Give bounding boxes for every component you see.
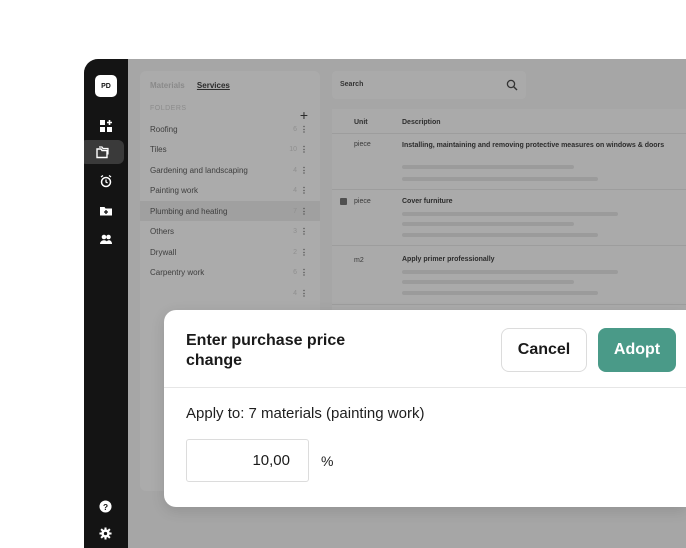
adopt-button[interactable]: Adopt [598,328,676,372]
cell-unit: piece [354,141,371,148]
tab-services[interactable]: Services [197,81,230,90]
placeholder-line [402,222,574,226]
folder-item[interactable]: Plumbing and heating 7 ⋮ [140,201,320,221]
tab-bar: Materials Services [150,81,240,90]
search-input[interactable]: Search [340,81,363,88]
folders-icon[interactable] [84,140,124,164]
more-icon[interactable]: ⋮ [300,166,308,175]
avatar[interactable]: PD [95,75,117,97]
folder-item[interactable]: Painting work 4 ⋮ [140,180,320,200]
folder-name: Painting work [150,186,199,195]
settings-icon[interactable] [99,527,112,540]
folder-count: 7 [293,208,297,215]
alarm-icon[interactable] [84,169,128,193]
cancel-button[interactable]: Cancel [501,328,587,372]
folder-name: Drywall [150,248,177,257]
folder-name: Plumbing and heating [150,207,228,216]
more-icon[interactable]: ⋮ [300,145,308,154]
price-change-dialog: Enter purchase price change Cancel Adopt… [164,310,686,507]
divider [164,387,686,388]
cell-description: Installing, maintaining and removing pro… [402,142,665,149]
placeholder-line [402,212,618,216]
row-checkbox[interactable] [340,198,347,205]
dialog-title: Enter purchase price change [186,332,346,369]
folder-add-icon[interactable] [84,199,128,223]
divider [332,133,686,134]
placeholder-line [402,270,618,274]
help-icon[interactable]: ? [99,500,112,513]
folder-item[interactable]: Tiles 10 ⋮ [140,139,320,159]
folder-count: 6 [293,126,297,133]
folder-item[interactable]: Roofing 6 ⋮ [140,119,320,139]
divider [332,245,686,246]
folder-count: 10 [289,146,297,153]
cell-description: Cover furniture [402,198,453,205]
placeholder-line [402,233,598,237]
cell-unit: piece [354,198,371,205]
placeholder-line [402,291,598,295]
folder-count: 6 [293,269,297,276]
dashboard-icon[interactable] [84,114,128,138]
sidebar: PD ? [84,59,128,548]
folder-item[interactable]: Others 3 ⋮ [140,221,320,241]
search-box[interactable]: Search [332,71,526,99]
search-icon[interactable] [506,78,518,96]
more-icon[interactable]: ⋮ [300,248,308,257]
more-icon[interactable]: ⋮ [300,227,308,236]
more-icon[interactable]: ⋮ [300,289,308,298]
more-icon[interactable]: ⋮ [300,207,308,216]
more-icon[interactable]: ⋮ [300,186,308,195]
folder-name: Gardening and landscaping [150,166,248,175]
folders-heading: FOLDERS [150,105,187,112]
folder-name: Carpentry work [150,268,205,277]
svg-text:?: ? [103,502,108,512]
cell-description: Apply primer professionally [402,256,495,263]
cell-unit: m2 [354,257,364,264]
folder-name: Others [150,227,175,236]
tab-materials[interactable]: Materials [150,81,185,90]
placeholder-line [402,177,598,181]
folder-item[interactable]: Gardening and landscaping 4 ⋮ [140,160,320,180]
folder-count: 2 [293,249,297,256]
folder-name: Tiles [150,145,167,154]
apply-to-text: Apply to: 7 materials (painting work) [186,405,425,422]
folder-count: 4 [293,290,297,297]
folder-count: 3 [293,228,297,235]
folder-item[interactable]: Drywall 2 ⋮ [140,242,320,262]
more-icon[interactable]: ⋮ [300,125,308,134]
column-header-unit: Unit [354,119,368,126]
more-icon[interactable]: ⋮ [300,268,308,277]
divider [332,304,686,305]
placeholder-line [402,165,574,169]
placeholder-line [402,280,574,284]
folder-count: 4 [293,187,297,194]
folder-name: Roofing [150,125,178,134]
unit-label: % [321,453,334,469]
column-header-description: Description [402,119,441,126]
folder-item[interactable]: Carpentry work 6 ⋮ [140,262,320,282]
percentage-input[interactable] [186,439,309,482]
folder-item[interactable]: 4 ⋮ [140,283,320,303]
users-icon[interactable] [84,227,128,251]
folder-count: 4 [293,167,297,174]
divider [332,189,686,190]
